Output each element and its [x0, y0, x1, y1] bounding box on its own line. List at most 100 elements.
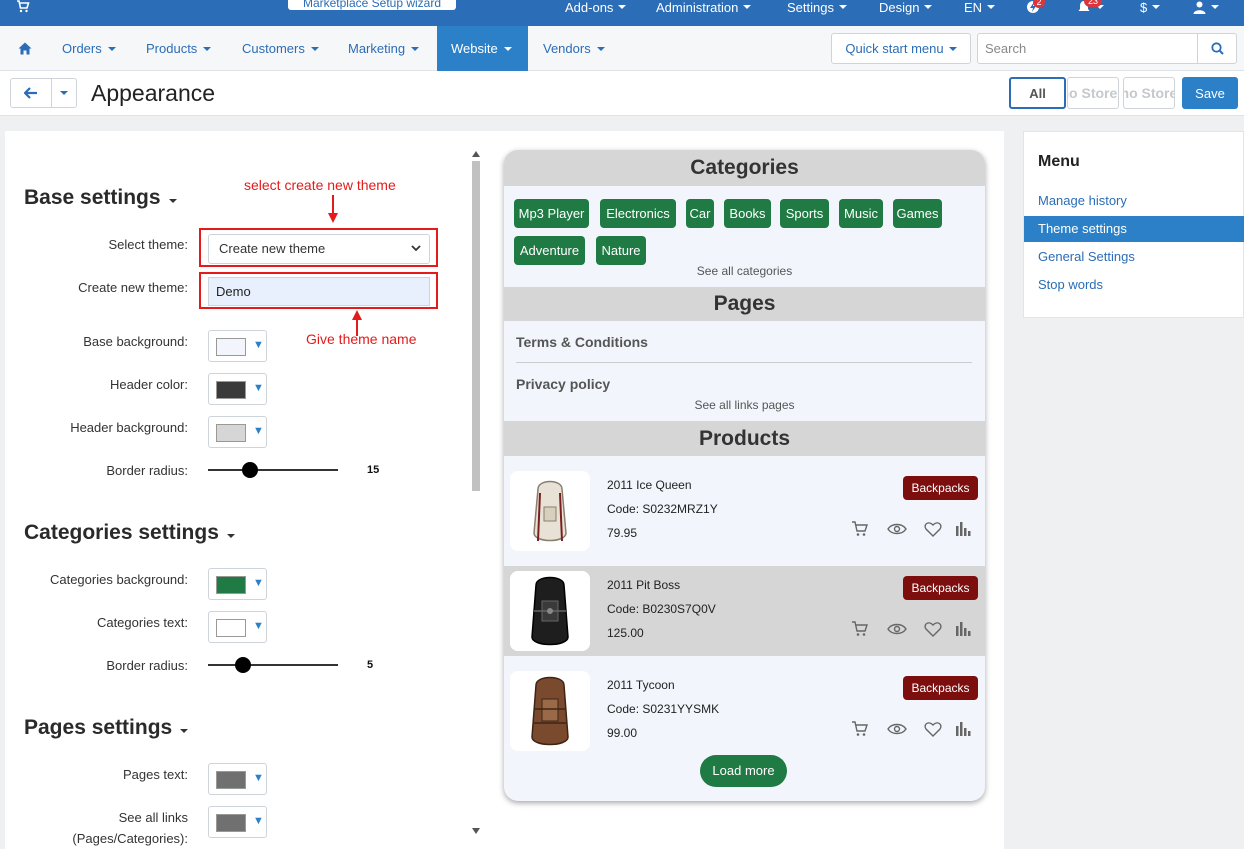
nav-customers[interactable]: Customers	[242, 26, 319, 71]
scroll-up-icon[interactable]	[472, 151, 480, 157]
scrollbar-thumb[interactable]	[472, 161, 480, 491]
back-dropdown-button[interactable]	[51, 78, 77, 108]
nav-orders[interactable]: Orders	[62, 26, 116, 71]
menu-item-theme-settings[interactable]: Theme settings	[1024, 216, 1244, 242]
preview-categories-title: Categories	[504, 150, 985, 186]
store-demo-button-2[interactable]: Demo Store	[1123, 77, 1175, 109]
slider-handle[interactable]	[235, 657, 251, 673]
category-chip[interactable]: Mp3 Player	[514, 199, 589, 228]
nav-marketing[interactable]: Marketing	[348, 26, 420, 71]
base-background-picker[interactable]: ▼	[208, 330, 267, 362]
side-menu: Menu Manage history Theme settings Gener…	[1023, 131, 1244, 318]
compare-chart-icon[interactable]	[954, 720, 972, 738]
categories-border-radius-slider[interactable]	[208, 657, 338, 673]
eye-icon[interactable]	[887, 520, 907, 538]
currency-menu[interactable]: $	[1140, 0, 1161, 15]
user-menu[interactable]	[1193, 0, 1219, 14]
product-code: Code: S0232MRZ1Y	[607, 502, 718, 516]
topbar-addons-menu[interactable]: Add-ons	[565, 0, 627, 15]
categories-text-label: Categories text:	[96, 615, 188, 630]
base-border-radius-slider[interactable]	[208, 462, 338, 478]
see-all-links-picker[interactable]: ▼	[208, 806, 267, 838]
scroll-down-icon[interactable]	[472, 828, 480, 834]
menu-item-general-settings[interactable]: General Settings	[1024, 244, 1244, 270]
categories-background-picker[interactable]: ▼	[208, 568, 267, 600]
nav-website[interactable]: Website	[437, 26, 528, 71]
product-row[interactable]: 2011 Tycoon Code: S0231YYSMK 99.00 Backp…	[504, 666, 985, 756]
category-chip[interactable]: Music	[839, 199, 883, 228]
heart-icon[interactable]	[924, 520, 942, 538]
home-nav[interactable]	[18, 26, 32, 71]
store-demo-button-1[interactable]: Demo Store	[1067, 77, 1119, 109]
product-image	[510, 471, 590, 551]
eye-icon[interactable]	[887, 620, 907, 638]
header-color-picker[interactable]: ▼	[208, 373, 267, 405]
search-button[interactable]	[1197, 33, 1237, 64]
product-price: 125.00	[607, 626, 644, 640]
pages-text-picker[interactable]: ▼	[208, 763, 267, 795]
quick-start-menu-button[interactable]: Quick start menu	[831, 33, 971, 64]
home-icon	[18, 42, 32, 55]
select-theme-dropdown[interactable]: Create new theme	[208, 234, 430, 264]
compare-chart-icon[interactable]	[954, 520, 972, 538]
menu-item-stop-words[interactable]: Stop words	[1024, 272, 1244, 298]
category-chip[interactable]: Car	[686, 199, 714, 228]
heart-icon[interactable]	[924, 620, 942, 638]
cart-icon[interactable]	[16, 0, 30, 14]
nav-products[interactable]: Products	[146, 26, 212, 71]
preview-pages-title: Pages	[504, 287, 985, 321]
page-link[interactable]: Terms & Conditions	[516, 334, 648, 350]
category-chip[interactable]: Books	[724, 199, 771, 228]
eye-icon[interactable]	[887, 720, 907, 738]
topbar-design-menu[interactable]: Design	[879, 0, 933, 15]
cart-icon[interactable]	[851, 620, 869, 638]
product-name[interactable]: 2011 Ice Queen	[607, 478, 692, 492]
category-chip[interactable]: Sports	[780, 199, 829, 228]
pages-settings-toggle[interactable]: Pages settings	[24, 716, 189, 740]
compare-chart-icon[interactable]	[954, 620, 972, 638]
base-settings-toggle[interactable]: Base settings	[24, 186, 177, 210]
category-chip[interactable]: Adventure	[514, 236, 585, 265]
topbar-administration-menu[interactable]: Administration	[656, 0, 752, 15]
marketplace-setup-wizard-button[interactable]: Marketplace Setup wizard	[288, 0, 456, 10]
base-border-radius-value: 15	[367, 464, 380, 476]
categories-background-label: Categories background:	[49, 572, 188, 587]
page-link[interactable]: Privacy policy	[516, 376, 610, 392]
see-all-categories-link[interactable]: See all categories	[504, 264, 985, 278]
product-row[interactable]: 2011 Ice Queen Code: S0232MRZ1Y 79.95 Ba…	[504, 466, 985, 556]
annotation-select-new: select create new theme	[244, 177, 396, 193]
topbar-settings-menu[interactable]: Settings	[787, 0, 847, 15]
product-price: 79.95	[607, 526, 638, 540]
back-button[interactable]	[10, 78, 52, 108]
slider-handle[interactable]	[242, 462, 258, 478]
product-row[interactable]: 2011 Pit Boss Code: B0230S7Q0V 125.00 Ba…	[504, 566, 985, 656]
product-name[interactable]: 2011 Tycoon	[607, 678, 675, 692]
category-chip[interactable]: Electronics	[600, 199, 676, 228]
settings-scrollbar[interactable]	[470, 151, 482, 839]
search-input[interactable]: Search	[977, 33, 1198, 64]
category-chip[interactable]: Games	[893, 199, 942, 228]
cart-icon[interactable]	[851, 520, 869, 538]
product-name[interactable]: 2011 Pit Boss	[607, 578, 680, 592]
see-all-pages-link[interactable]: See all links pages	[504, 398, 985, 412]
theme-name-input[interactable]: Demo	[208, 277, 430, 306]
main-panel: Base settings select create new theme Se…	[5, 131, 1004, 849]
cart-icon[interactable]	[851, 720, 869, 738]
select-theme-label: Select theme:	[108, 237, 189, 252]
categories-text-picker[interactable]: ▼	[208, 611, 267, 643]
product-category-badge: Backpacks	[903, 476, 978, 500]
topbar-language-menu[interactable]: EN	[964, 0, 996, 15]
store-all-button[interactable]: All	[1009, 77, 1066, 109]
product-code: Code: S0231YYSMK	[607, 702, 720, 716]
nav-vendors[interactable]: Vendors	[543, 26, 605, 71]
annotation-give-name: Give theme name	[306, 331, 417, 347]
save-button[interactable]: Save	[1182, 77, 1238, 109]
categories-settings-toggle[interactable]: Categories settings	[24, 521, 235, 545]
categories-border-radius-label: Border radius:	[106, 658, 188, 673]
heart-icon[interactable]	[924, 720, 942, 738]
header-background-picker[interactable]: ▼	[208, 416, 267, 448]
user-icon	[1193, 1, 1206, 14]
load-more-button[interactable]: Load more	[700, 755, 787, 787]
menu-item-manage-history[interactable]: Manage history	[1024, 188, 1244, 214]
category-chip[interactable]: Nature	[596, 236, 646, 265]
